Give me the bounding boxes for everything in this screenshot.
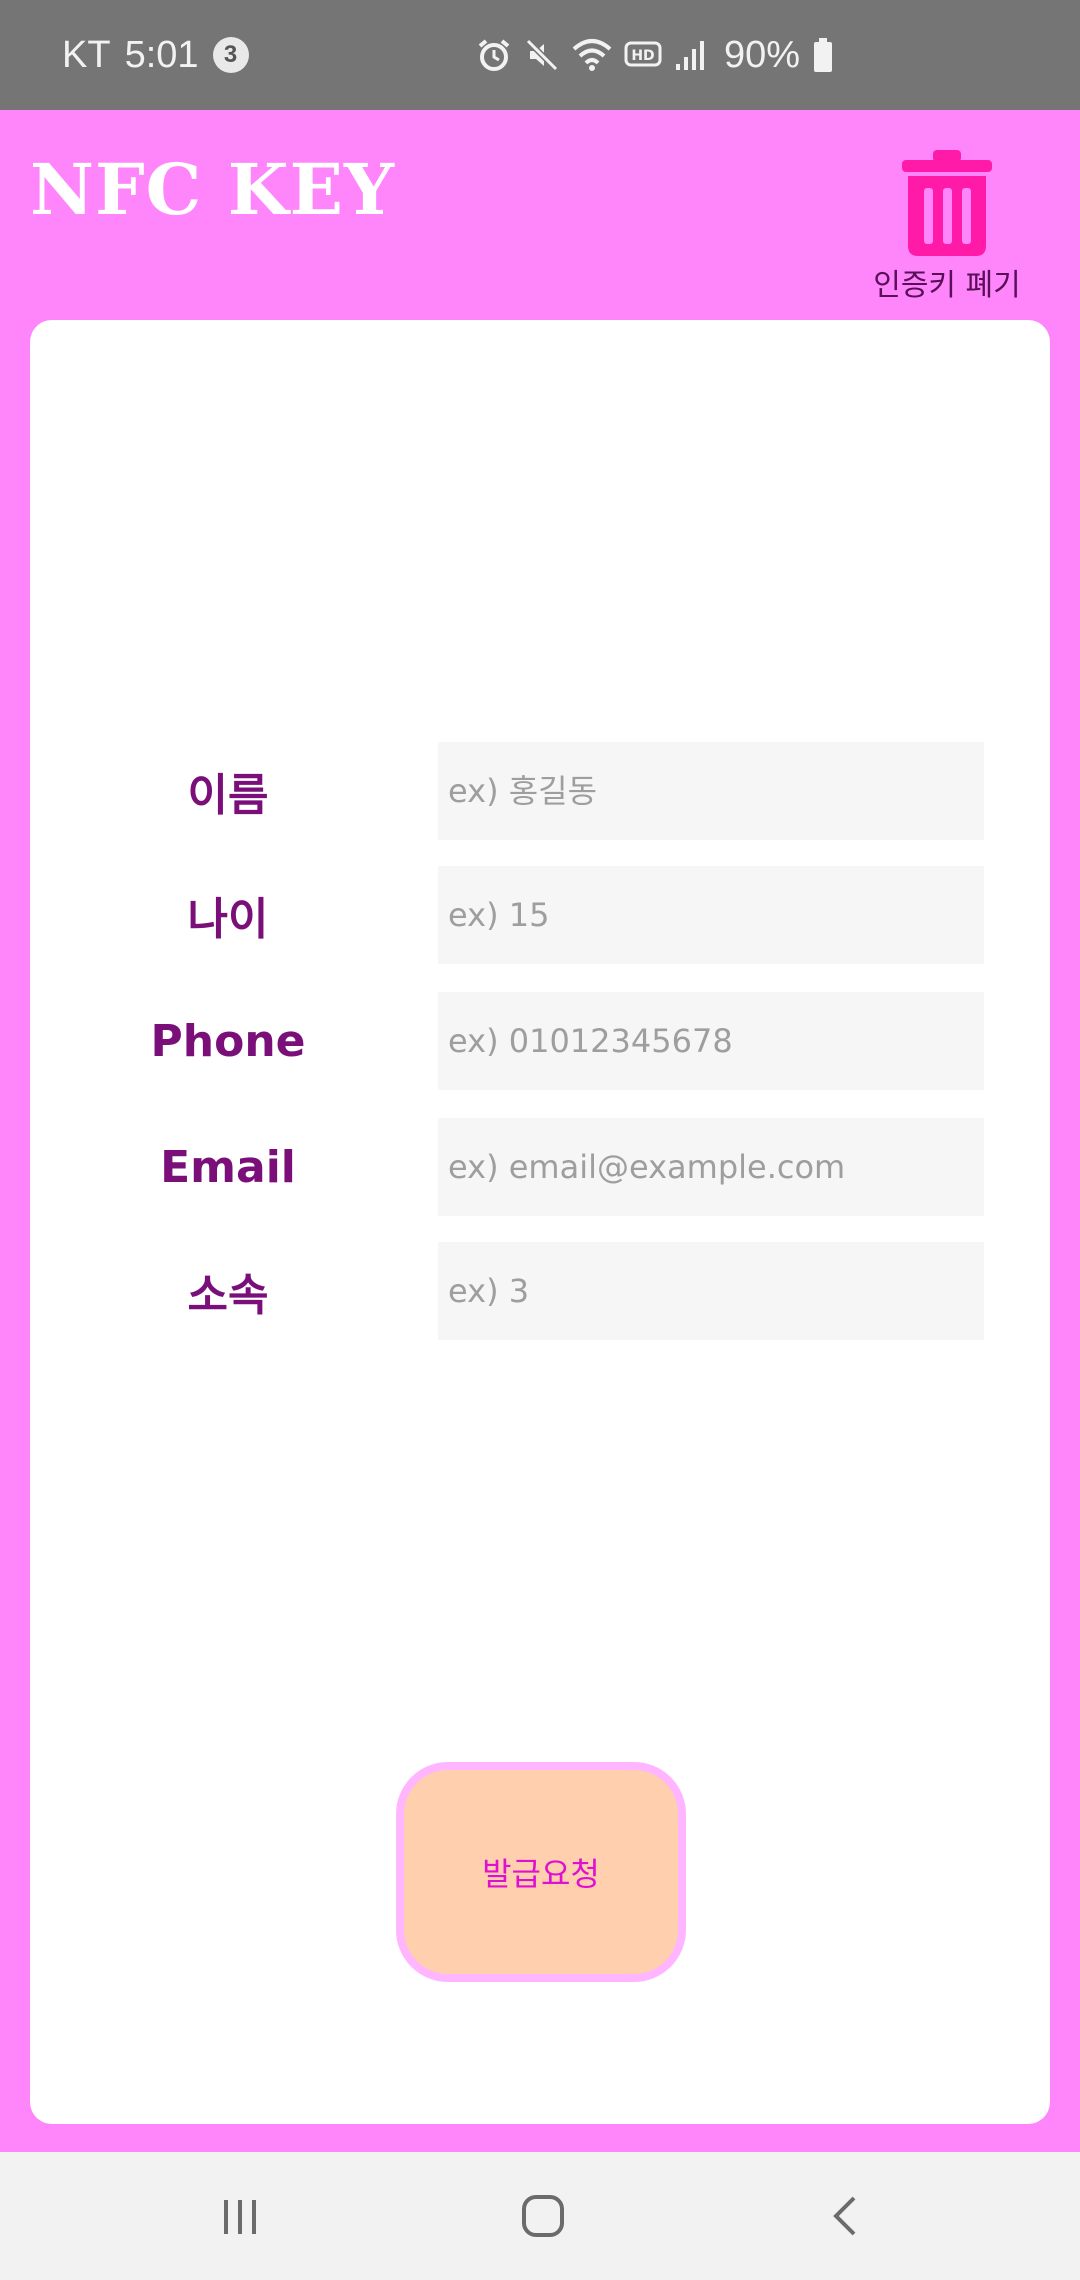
status-icons: HD 90%: [476, 0, 834, 110]
phone-input[interactable]: [438, 992, 984, 1090]
mute-icon: [525, 38, 559, 72]
discard-key-button[interactable]: 인증키 폐기: [862, 148, 1032, 308]
trash-icon: [902, 150, 992, 256]
app-title: NFC KEY: [30, 148, 395, 231]
email-label: Email: [160, 1141, 296, 1193]
affiliation-input[interactable]: [438, 1242, 984, 1340]
name-label: 이름: [187, 770, 269, 821]
phone-label: Phone: [150, 1015, 306, 1067]
notification-count-badge: 3: [212, 37, 249, 73]
age-input[interactable]: [438, 866, 984, 964]
name-input[interactable]: [438, 742, 984, 840]
form-card: 이름 나이 Phone Email 소속 발급요청: [30, 320, 1050, 2124]
status-time: 5:01: [124, 33, 199, 76]
battery-percent: 90%: [724, 33, 801, 76]
form-row-email: Email: [30, 1118, 1050, 1216]
alarm-icon: [478, 39, 510, 71]
email-input[interactable]: [438, 1118, 984, 1216]
form-row-phone: Phone: [30, 992, 1050, 1090]
discard-key-label: 인증키 폐기: [873, 268, 1021, 303]
status-bar: KT 5:01 3 HD 90%: [0, 0, 1080, 110]
age-label: 나이: [187, 894, 269, 945]
home-icon: [522, 2195, 564, 2237]
battery-icon: [814, 38, 833, 72]
svg-text:HD: HD: [631, 48, 654, 64]
carrier-name: KT: [62, 33, 111, 76]
wifi-icon: [572, 39, 612, 71]
signal-icon: [676, 41, 704, 70]
back-button[interactable]: [786, 2152, 906, 2280]
home-button[interactable]: [483, 2152, 603, 2280]
issue-request-button[interactable]: 발급요청: [396, 1762, 686, 1982]
form-row-affiliation: 소속: [30, 1242, 1050, 1340]
back-icon: [833, 2196, 856, 2236]
hd-voice-icon: HD: [624, 41, 662, 67]
recent-apps-icon: [224, 2200, 256, 2234]
affiliation-label: 소속: [187, 1270, 269, 1321]
recent-apps-button[interactable]: [180, 2152, 300, 2280]
navigation-bar: [0, 2152, 1080, 2280]
status-left: KT 5:01 3: [62, 0, 249, 110]
form-row-age: 나이: [30, 866, 1050, 964]
form-row-name: 이름: [30, 742, 1050, 840]
